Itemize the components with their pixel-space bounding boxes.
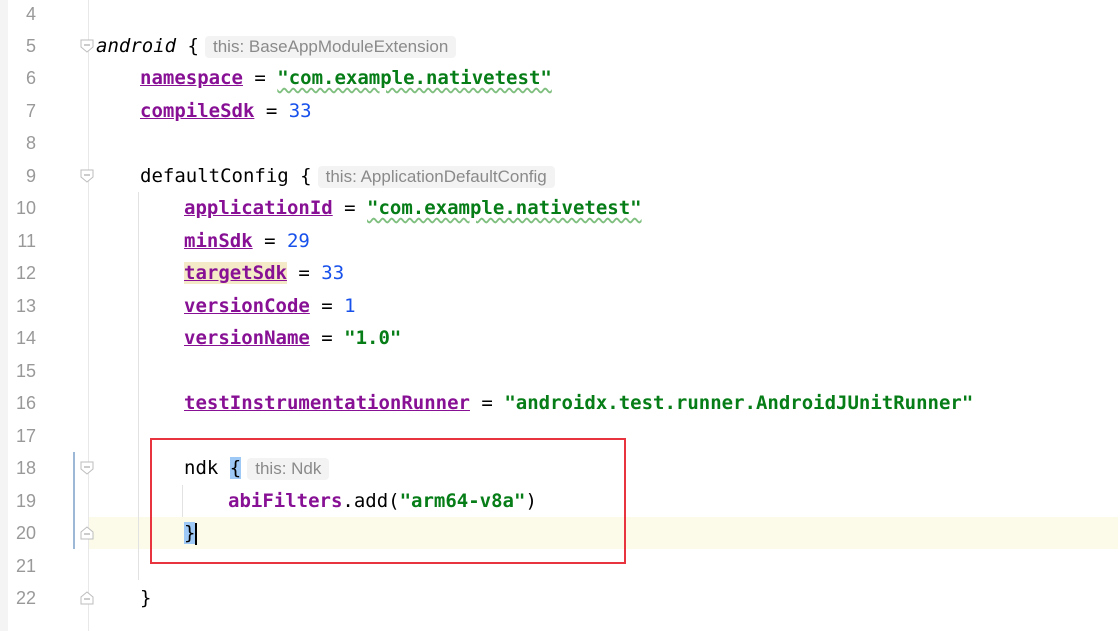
operator: = bbox=[242, 67, 278, 89]
operator: = bbox=[469, 392, 505, 414]
operator: = bbox=[309, 295, 345, 317]
string-literal: "com.example.nativetest" bbox=[277, 67, 552, 89]
operator: = bbox=[332, 197, 368, 219]
code-line-16[interactable]: testInstrumentationRunner = "androidx.te… bbox=[184, 387, 973, 419]
block-keyword: android bbox=[96, 35, 177, 57]
code-line-13[interactable]: versionCode = 1 bbox=[184, 290, 356, 322]
code-line-11[interactable]: minSdk = 29 bbox=[184, 225, 310, 257]
line-number: 18 bbox=[15, 458, 36, 478]
line-number: 8 bbox=[25, 133, 36, 153]
code-line-7[interactable]: compileSdk = 33 bbox=[140, 95, 312, 127]
property-name: namespace bbox=[140, 67, 243, 89]
operator: = bbox=[254, 100, 289, 122]
property-name: applicationId bbox=[184, 197, 333, 219]
fold-open-icon[interactable] bbox=[79, 168, 95, 184]
property-name: versionCode bbox=[184, 295, 310, 317]
line-number: 12 bbox=[15, 263, 36, 283]
line-number: 9 bbox=[25, 166, 36, 186]
number-literal: 29 bbox=[286, 230, 310, 252]
code-line-9[interactable]: defaultConfig {this: ApplicationDefaultC… bbox=[140, 160, 555, 192]
code-line-6[interactable]: namespace = "com.example.nativetest" bbox=[140, 62, 552, 94]
number-literal: 33 bbox=[321, 262, 345, 284]
code-line-14[interactable]: versionName = "1.0" bbox=[184, 322, 401, 354]
string-literal: "androidx.test.runner.AndroidJUnitRunner… bbox=[504, 392, 974, 414]
property-name: versionName bbox=[184, 327, 310, 349]
indent-guide bbox=[138, 192, 139, 580]
fold-open-icon[interactable] bbox=[79, 38, 95, 54]
property-name: compileSdk bbox=[140, 100, 255, 122]
inlay-hint: this: ApplicationDefaultConfig bbox=[317, 166, 555, 188]
line-number: 20 bbox=[15, 523, 36, 543]
line-number: 22 bbox=[15, 588, 36, 608]
line-number: 17 bbox=[15, 426, 36, 446]
line-number: 10 bbox=[15, 198, 36, 218]
close-brace: } bbox=[140, 587, 152, 609]
line-number: 13 bbox=[15, 296, 36, 316]
open-brace: { bbox=[187, 35, 199, 57]
number-literal: 1 bbox=[344, 295, 356, 317]
line-number: 19 bbox=[15, 491, 36, 511]
property-name-highlighted: targetSdk bbox=[184, 262, 287, 284]
string-literal: "1.0" bbox=[344, 327, 402, 349]
string-literal: "com.example.nativetest" bbox=[367, 197, 642, 219]
fold-close-icon[interactable] bbox=[79, 525, 95, 541]
inlay-hint: this: BaseAppModuleExtension bbox=[204, 36, 457, 58]
fold-close-icon[interactable] bbox=[79, 590, 95, 606]
line-number: 15 bbox=[15, 361, 36, 381]
operator: = bbox=[309, 327, 345, 349]
line-number: 11 bbox=[17, 231, 36, 251]
line-number: 4 bbox=[25, 4, 36, 24]
block-keyword: defaultConfig bbox=[140, 165, 289, 187]
line-number: 14 bbox=[15, 328, 36, 348]
open-brace: { bbox=[300, 165, 312, 187]
code-line-10[interactable]: applicationId = "com.example.nativetest" bbox=[184, 192, 642, 224]
line-number: 6 bbox=[25, 68, 36, 88]
line-number: 7 bbox=[25, 101, 36, 121]
code-line-12[interactable]: targetSdk = 33 bbox=[184, 257, 344, 289]
vcs-change-marker[interactable] bbox=[73, 452, 75, 549]
fold-open-icon[interactable] bbox=[79, 460, 95, 476]
number-literal: 33 bbox=[288, 100, 312, 122]
operator: = bbox=[286, 262, 322, 284]
line-number: 5 bbox=[25, 36, 36, 56]
line-number: 16 bbox=[15, 393, 36, 413]
operator: = bbox=[252, 230, 287, 252]
property-name: testInstrumentationRunner bbox=[184, 392, 470, 414]
property-name: minSdk bbox=[184, 230, 253, 252]
code-line-5[interactable]: android {this: BaseAppModuleExtension bbox=[96, 30, 457, 62]
code-line-22[interactable]: } bbox=[140, 582, 151, 614]
highlight-annotation-box bbox=[150, 438, 626, 564]
line-number: 21 bbox=[15, 556, 36, 576]
